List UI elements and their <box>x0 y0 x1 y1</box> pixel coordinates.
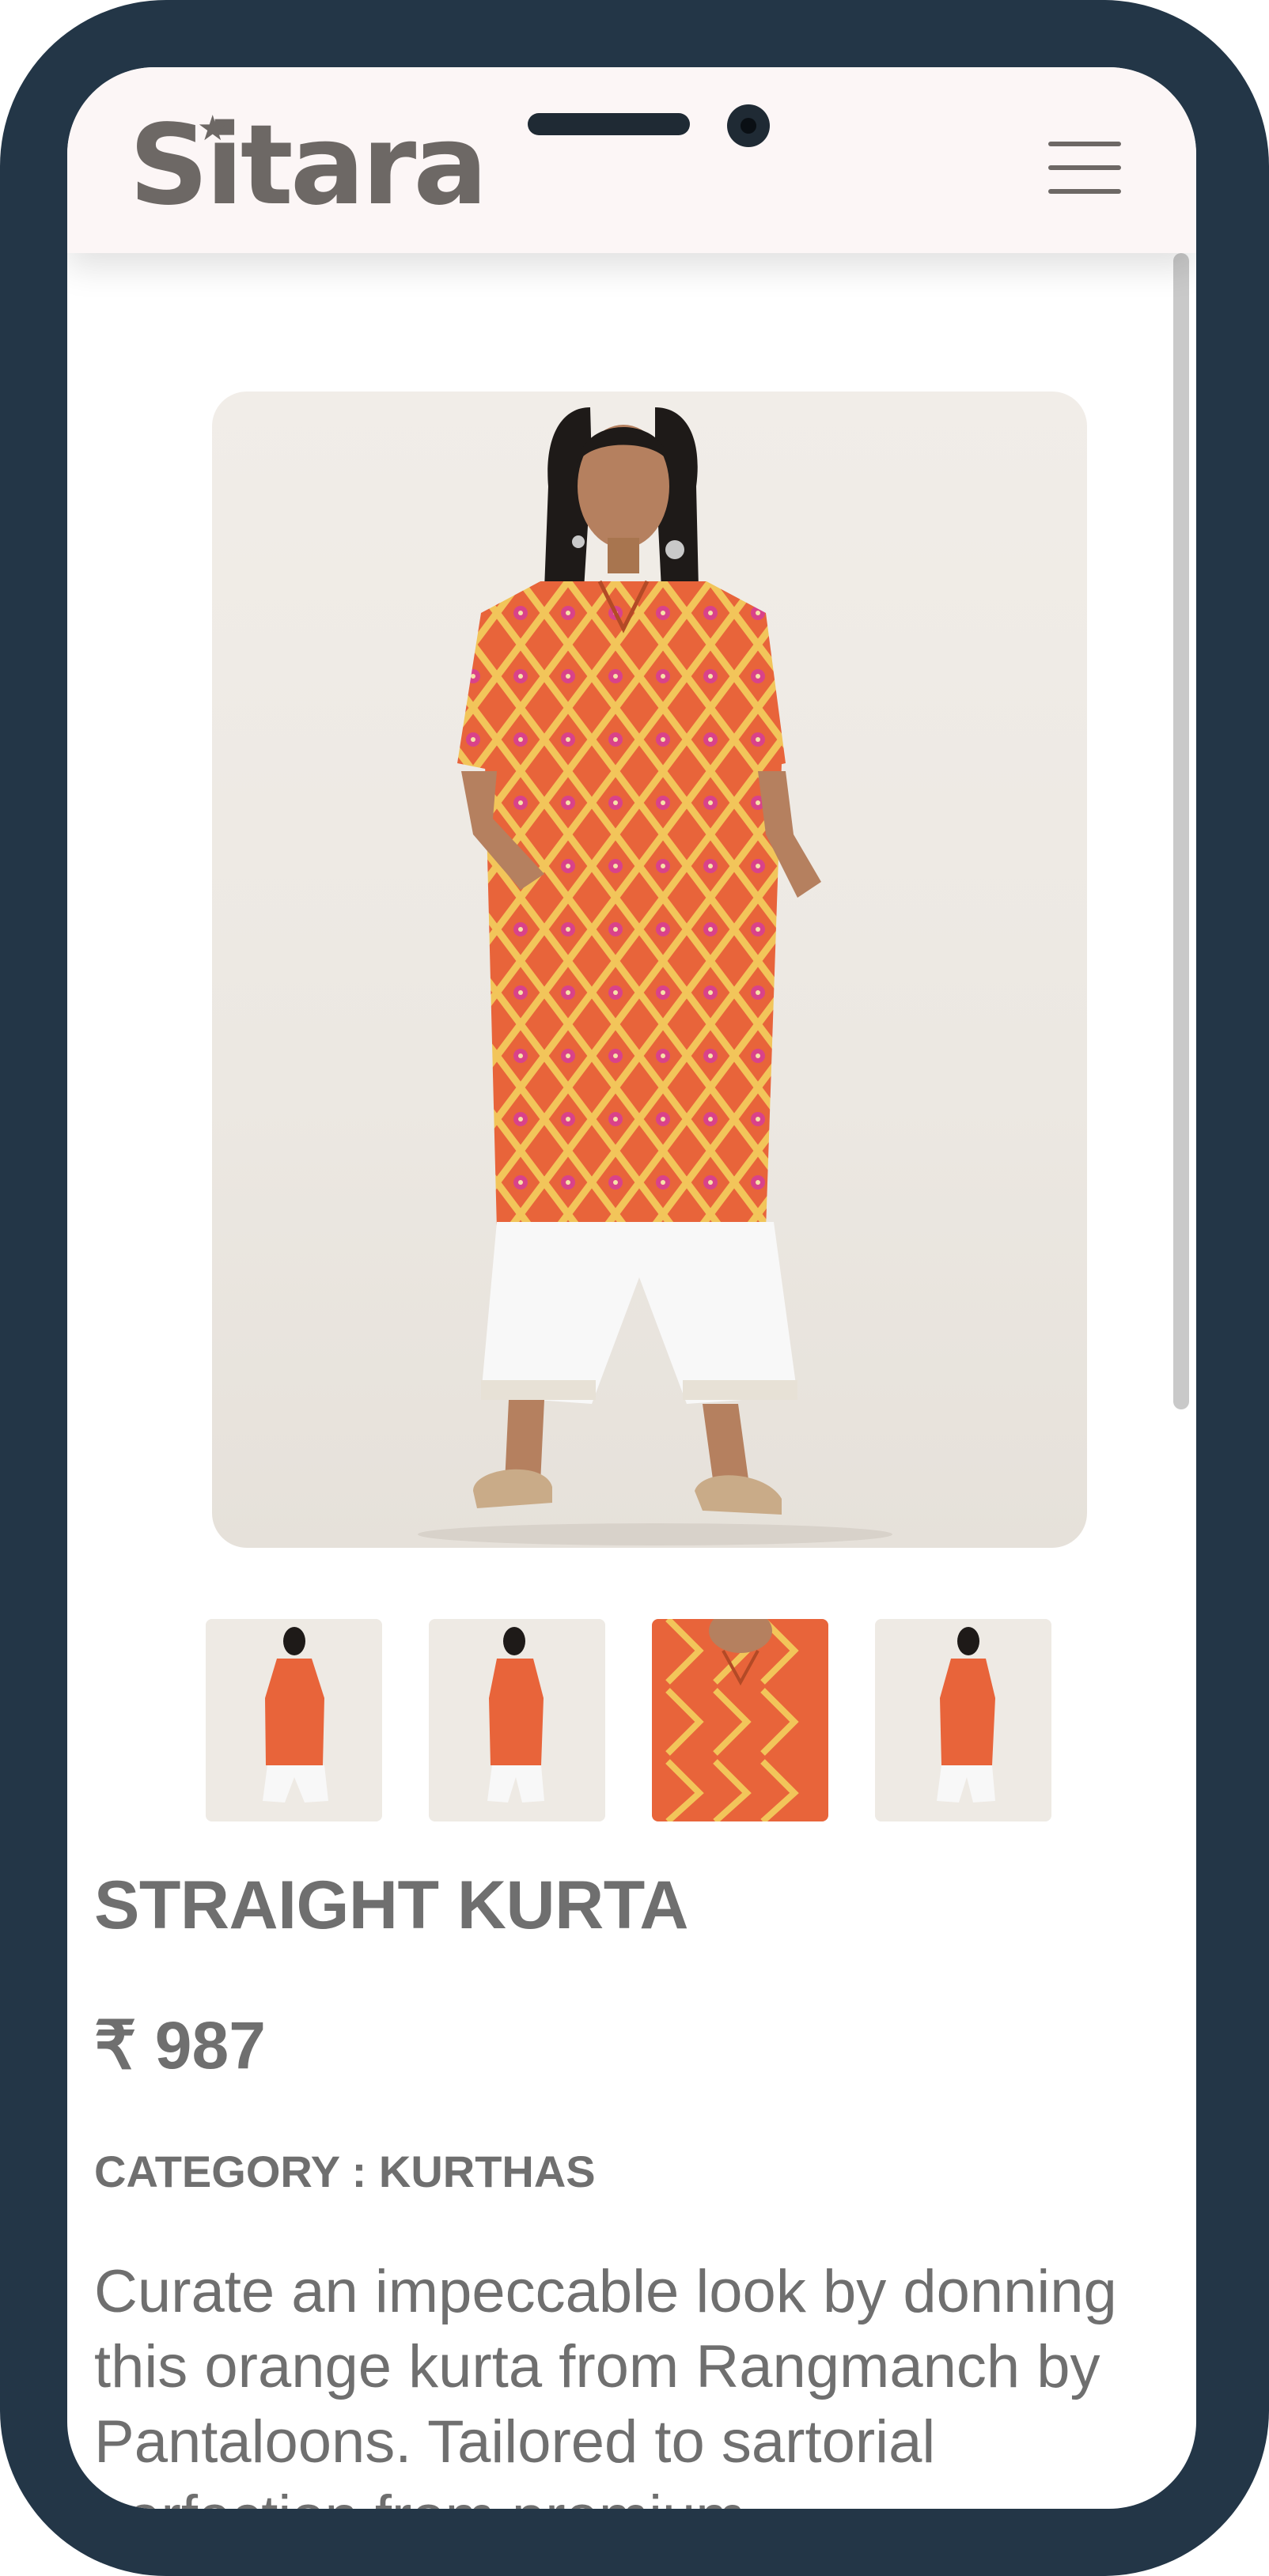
thumbnail-image <box>652 1619 828 1821</box>
thumbnail-image <box>875 1619 1051 1821</box>
logo[interactable]: Sitara ★ <box>129 107 488 225</box>
thumbnail-3[interactable] <box>652 1619 828 1821</box>
thumbnail-image <box>206 1619 382 1821</box>
phone-speaker <box>528 113 690 135</box>
scrollbar-thumb[interactable] <box>1173 253 1189 1409</box>
product-description: Curate an impeccable look by donning thi… <box>94 2258 1117 2509</box>
thumbnail-4[interactable] <box>875 1619 1051 1821</box>
phone-frame: Sitara ★ STRAIGHT KURTA ₹ 987 CATEGORY:… <box>0 0 1269 2576</box>
model-image <box>418 407 892 1545</box>
product-title: STRAIGHT KURTA <box>94 1867 689 1943</box>
product-category: CATEGORY : KURTHAS <box>94 2147 596 2196</box>
phone-screen: Sitara ★ STRAIGHT KURTA ₹ 987 CATEGORY:… <box>67 67 1196 2509</box>
phone-camera <box>727 104 770 147</box>
product-main-image[interactable] <box>212 392 1087 1548</box>
thumbnail-1[interactable] <box>206 1619 382 1821</box>
hamburger-menu-icon[interactable] <box>1048 138 1127 198</box>
scrollbar[interactable] <box>1173 253 1191 2509</box>
menu-line <box>1048 142 1121 146</box>
menu-line <box>1048 189 1121 194</box>
star-icon: ★ <box>197 109 229 148</box>
thumbnail-image <box>429 1619 605 1821</box>
site-header: Sitara ★ <box>67 67 1196 253</box>
thumbnail-gallery <box>206 1619 1116 1825</box>
menu-line <box>1048 165 1121 170</box>
thumbnail-2[interactable] <box>429 1619 605 1821</box>
product-price: ₹ 987 <box>94 2008 266 2082</box>
logo-text: Sitara <box>129 101 488 230</box>
